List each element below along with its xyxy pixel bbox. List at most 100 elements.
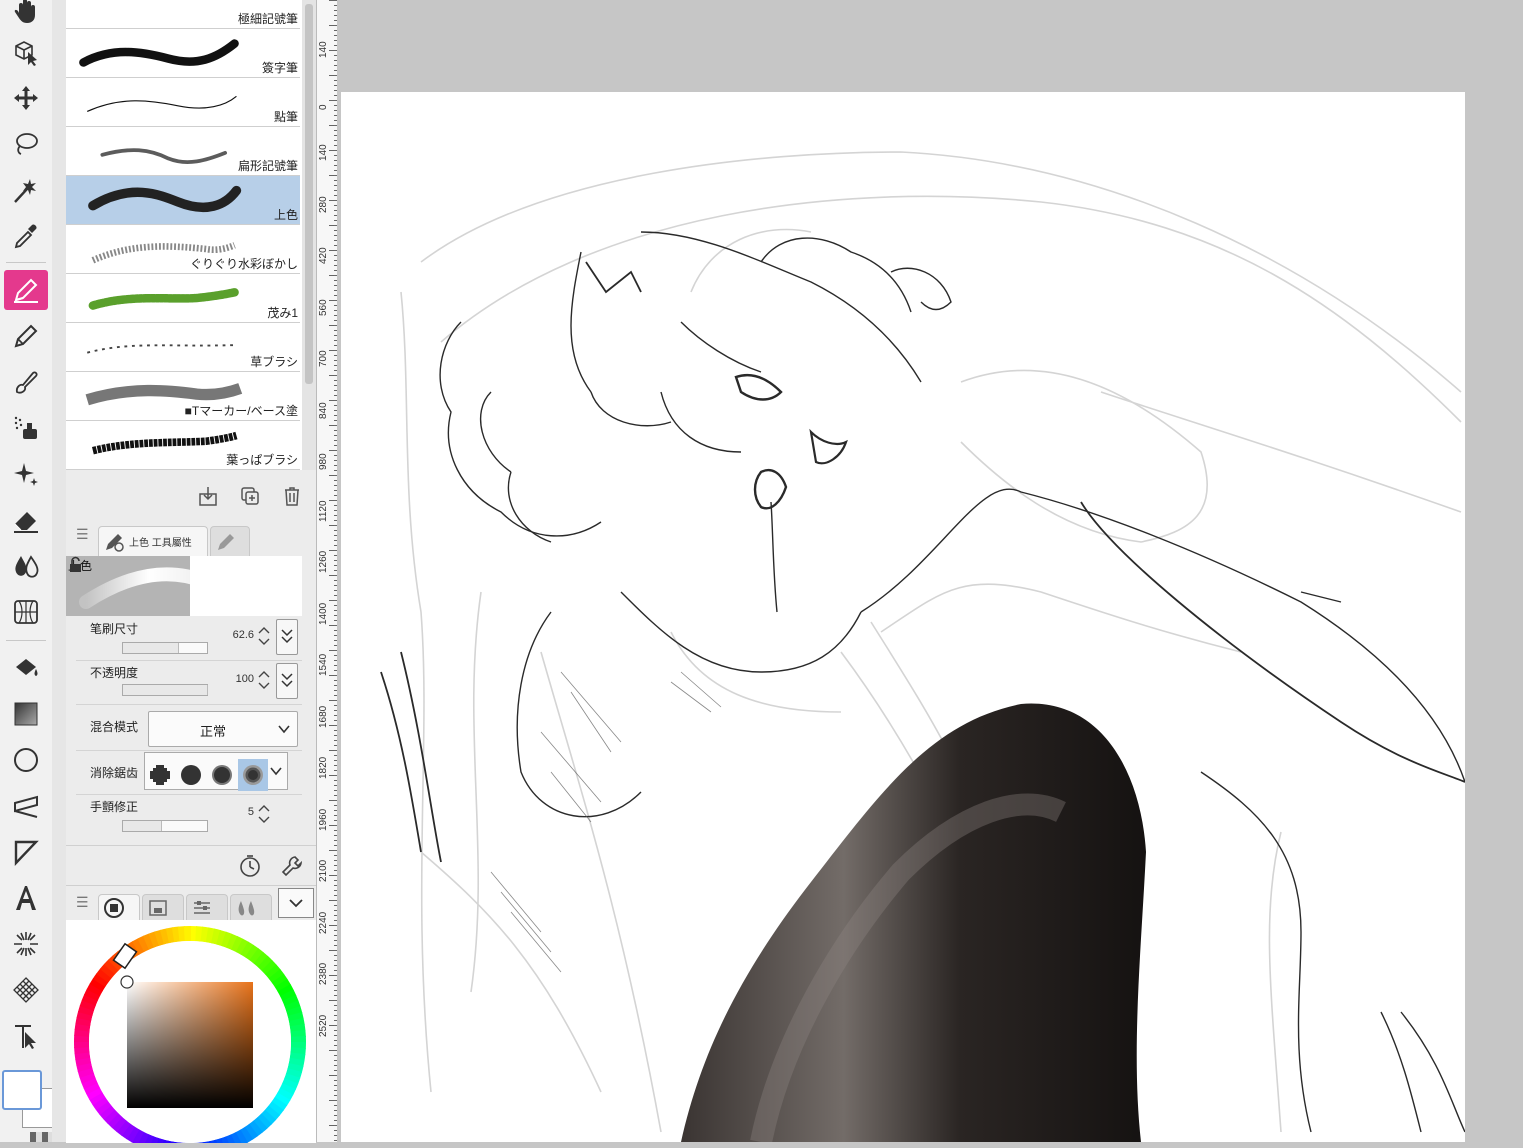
medium-icon[interactable] <box>207 759 237 791</box>
stabilization-spinner[interactable] <box>256 802 272 826</box>
duplicate-icon[interactable] <box>238 484 262 508</box>
tab-tool-property[interactable]: 上色 工具屬性 <box>98 526 208 556</box>
brush-item[interactable]: 點筆 <box>66 78 300 127</box>
brush-item[interactable]: 簽字筆 <box>66 29 300 78</box>
brush-item-label: ■Tマーカー/ベース塗 <box>185 402 298 419</box>
opacity-spinner[interactable] <box>256 668 272 692</box>
hue-segment[interactable] <box>291 1036 306 1043</box>
ruler-tick <box>329 25 337 26</box>
main-color-swatch[interactable] <box>2 1070 42 1110</box>
none-icon[interactable] <box>145 759 175 791</box>
brush-item[interactable]: 葉っぱブラシ <box>66 421 300 470</box>
panel-menu-icon[interactable]: ☰ <box>76 526 89 543</box>
tab-color-set[interactable] <box>142 894 184 920</box>
stocking-leg-shape <box>681 704 1146 1142</box>
opacity-row: 不透明度 100 <box>76 660 302 705</box>
ruler-tick <box>329 1100 337 1101</box>
color-picker-marker[interactable] <box>121 976 133 988</box>
text-icon[interactable] <box>4 878 48 918</box>
brush-item[interactable]: 扁形記號筆 <box>66 127 300 176</box>
opacity-value[interactable]: 100 <box>214 673 254 685</box>
stabilization-value[interactable]: 5 <box>214 806 254 818</box>
canvas-area[interactable] <box>337 0 1523 1142</box>
reset-icon[interactable] <box>238 854 262 878</box>
perspective-icon[interactable] <box>4 592 48 632</box>
magic-wand-icon[interactable] <box>4 170 48 210</box>
move-icon[interactable] <box>4 78 48 118</box>
ruler-label: 980 <box>318 453 329 470</box>
wrench-icon[interactable] <box>280 854 304 878</box>
ruler-label: 840 <box>318 402 329 419</box>
sub-tool-scrollbar[interactable] <box>302 0 316 470</box>
ruler-tick <box>329 500 337 501</box>
lasso-icon[interactable] <box>4 124 48 164</box>
tab-color-slider[interactable] <box>186 894 228 920</box>
brush-item[interactable]: 極細記號筆 <box>66 0 300 29</box>
brush-size-spinner[interactable] <box>256 624 272 648</box>
brush-size-slider[interactable] <box>122 642 208 654</box>
pen-icon[interactable] <box>4 270 48 310</box>
tab-color-wheel[interactable] <box>98 894 140 920</box>
import-icon[interactable] <box>196 484 220 508</box>
tab-intermediate-color[interactable] <box>230 894 272 920</box>
hue-segment[interactable] <box>74 1041 89 1048</box>
illustration <box>341 92 1465 1142</box>
hand-icon[interactable] <box>4 0 48 30</box>
opacity-slider[interactable] <box>122 684 208 696</box>
chevron-down-icon <box>288 896 304 910</box>
brush-item[interactable]: 草ブラシ <box>66 323 300 372</box>
pencil-icon[interactable] <box>4 316 48 356</box>
correct-line-icon[interactable] <box>4 1016 48 1056</box>
lock-icon[interactable] <box>66 556 84 574</box>
chevron-down-icon[interactable] <box>269 764 283 778</box>
sub-tool-list: 極細記號筆簽字筆點筆扁形記號筆上色ぐりぐり水彩ぼかし茂み1草ブラシ ■Tマーカー/… <box>66 0 302 470</box>
hue-segment[interactable] <box>184 926 191 941</box>
stabilization-row: 手顫修正 5 <box>76 794 302 844</box>
blend-mode-dropdown[interactable]: 正常 <box>148 711 298 747</box>
ruler-tick <box>329 825 337 826</box>
blend-icon[interactable] <box>4 546 48 586</box>
strong-icon[interactable] <box>238 759 268 791</box>
brush-stroke-preview <box>74 0 244 28</box>
brush-item[interactable]: ぐりぐり水彩ぼかし <box>66 225 300 274</box>
brush-item[interactable]: 上色 <box>66 176 300 225</box>
airbrush-icon[interactable] <box>4 408 48 448</box>
opacity-expand-button[interactable] <box>276 663 298 699</box>
weak-icon[interactable] <box>176 759 206 791</box>
pattern-icon[interactable] <box>4 970 48 1010</box>
decoration-icon[interactable] <box>4 454 48 494</box>
ruler-icon[interactable] <box>4 832 48 872</box>
scrollbar-thumb[interactable] <box>305 4 313 384</box>
ruler-tick <box>329 700 337 701</box>
brush-icon[interactable] <box>4 362 48 402</box>
tab-brush-size[interactable] <box>210 526 250 556</box>
color-wheel[interactable] <box>66 920 316 1143</box>
frame-icon[interactable] <box>4 786 48 826</box>
brush-stroke-preview <box>74 323 244 371</box>
stabilization-slider[interactable] <box>122 820 208 832</box>
trash-icon[interactable] <box>280 484 304 508</box>
ruler-label: 280 <box>318 196 329 213</box>
chevron-down-icon <box>277 722 291 736</box>
ruler-tick <box>329 200 337 201</box>
ruler-tick <box>329 1000 337 1001</box>
brush-stroke-preview <box>74 176 244 224</box>
brush-item[interactable]: 茂み1 <box>66 274 300 323</box>
color-tab-dropdown[interactable] <box>278 888 314 918</box>
effect-line-icon[interactable] <box>4 924 48 964</box>
ruler-label: 1960 <box>318 808 329 830</box>
brush-item[interactable]: ■Tマーカー/ベース塗 <box>66 372 300 421</box>
brush-item-label: 簽字筆 <box>262 59 298 76</box>
brush-size-expand-button[interactable] <box>276 619 298 655</box>
brush-size-value[interactable]: 62.6 <box>214 629 254 641</box>
shape-icon[interactable] <box>4 740 48 780</box>
object-select-icon[interactable] <box>4 32 48 72</box>
ruler-tick <box>329 1025 337 1026</box>
eraser-icon[interactable] <box>4 500 48 540</box>
gradient-icon[interactable] <box>4 694 48 734</box>
fill-icon[interactable] <box>4 648 48 688</box>
eyedropper-icon[interactable] <box>4 216 48 256</box>
panel-menu-icon[interactable]: ☰ <box>76 894 89 911</box>
drawing-paper[interactable] <box>341 92 1465 1142</box>
opacity-fill <box>123 685 208 695</box>
